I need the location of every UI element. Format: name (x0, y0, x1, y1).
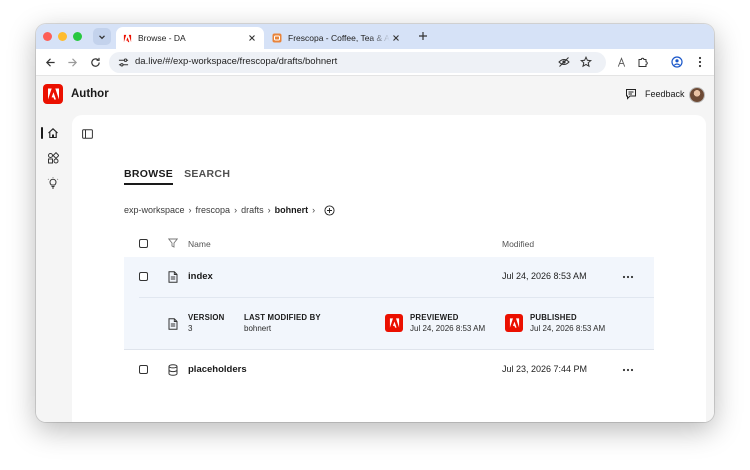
item-name[interactable]: placeholders (188, 364, 247, 375)
lightbulb-icon[interactable] (46, 176, 60, 190)
chevron-down-icon (99, 34, 105, 39)
breadcrumb-item[interactable]: frescopa (196, 205, 231, 215)
address-bar[interactable]: da.live/#/exp-workspace/frescopa/drafts/… (109, 52, 606, 73)
close-tab-icon[interactable] (390, 32, 402, 44)
url-text: da.live/#/exp-workspace/frescopa/drafts/… (135, 56, 338, 67)
previewed-value: Jul 24, 2026 8:53 AM (410, 324, 486, 333)
eye-off-icon[interactable] (557, 55, 571, 69)
extensions-puzzle-icon[interactable] (636, 55, 650, 69)
document-icon (167, 317, 179, 330)
back-button[interactable] (43, 55, 57, 69)
main-panel: BROWSE SEARCH exp-workspace › frescopa ›… (72, 115, 706, 422)
last-modified-by-value: bohnert (244, 324, 272, 333)
tab-browse[interactable]: BROWSE (124, 168, 174, 185)
more-actions-icon[interactable] (621, 363, 635, 377)
arrow-right-icon (67, 57, 77, 67)
profile-icon[interactable] (670, 55, 684, 69)
reload-icon (90, 57, 100, 67)
adobe-favicon-icon (122, 33, 132, 43)
version-value: 3 (188, 324, 193, 333)
tab-search-button[interactable] (93, 28, 111, 45)
chevron-right-icon: › (312, 205, 316, 215)
database-icon (167, 363, 179, 376)
add-new-button[interactable] (323, 204, 335, 216)
breadcrumb-item[interactable]: exp-workspace (124, 205, 185, 215)
tab-browse-da[interactable]: Browse - DA (116, 27, 264, 49)
window-close-button[interactable] (43, 32, 52, 41)
published-label: PUBLISHED (530, 313, 577, 322)
item-name[interactable]: index (188, 271, 213, 282)
browser-toolbar: da.live/#/exp-workspace/frescopa/drafts/… (36, 49, 714, 76)
item-modified: Jul 24, 2026 8:53 AM (502, 271, 587, 281)
author-app: Author Feedback BROWSE SEARCH exp-worksp… (36, 76, 714, 422)
tab-frescopa[interactable]: Frescopa - Coffee, Tea & Accessories (266, 27, 408, 49)
app-title: Author (71, 88, 109, 100)
published-value: Jul 24, 2026 8:53 AM (530, 324, 606, 333)
adobe-logo-icon[interactable] (43, 84, 63, 104)
arrow-left-icon (45, 57, 55, 67)
new-tab-button[interactable] (416, 29, 430, 43)
feedback-label: Feedback (645, 89, 685, 99)
item-details: VERSION 3 LAST MODIFIED BY bohnert PREVI… (139, 297, 654, 349)
breadcrumb-current[interactable]: bohnert (275, 205, 309, 215)
user-avatar[interactable] (690, 88, 704, 102)
window-maximize-button[interactable] (73, 32, 82, 41)
filter-icon[interactable] (167, 237, 179, 249)
column-header-name[interactable]: Name (188, 239, 211, 249)
site-settings-icon[interactable] (116, 55, 130, 69)
window-minimize-button[interactable] (58, 32, 67, 41)
version-label: VERSION (188, 313, 225, 322)
last-modified-by-label: LAST MODIFIED BY (244, 313, 321, 322)
frescopa-favicon-icon (272, 33, 282, 43)
breadcrumb: exp-workspace › frescopa › drafts › bohn… (124, 204, 335, 216)
row-checkbox[interactable] (139, 272, 148, 281)
column-header-modified[interactable]: Modified (502, 239, 534, 249)
reload-button[interactable] (88, 55, 102, 69)
apps-icon[interactable] (46, 151, 60, 165)
add-circle-icon (324, 204, 335, 216)
sidebar-toggle-icon[interactable] (81, 128, 93, 140)
document-icon (167, 270, 179, 283)
row-checkbox[interactable] (139, 365, 148, 374)
adobe-publish-icon (505, 314, 523, 332)
breadcrumb-item[interactable]: drafts (241, 205, 264, 215)
tab-title: Frescopa - Coffee, Tea & Accessories (288, 33, 390, 43)
chevron-right-icon: › (188, 205, 192, 215)
previewed-label: PREVIEWED (410, 313, 459, 322)
chevron-right-icon: › (267, 205, 271, 215)
browser-window: Browse - DA Frescopa - Coffee, Tea & Acc… (36, 24, 714, 422)
expanded-item: index Jul 24, 2026 8:53 AM VERSION 3 LAS… (124, 257, 654, 350)
feedback-button[interactable]: Feedback (624, 86, 685, 102)
tab-strip: Browse - DA Frescopa - Coffee, Tea & Acc… (36, 24, 714, 49)
forward-button[interactable] (65, 55, 79, 69)
home-icon[interactable] (46, 126, 60, 140)
more-actions-icon[interactable] (621, 270, 635, 284)
list-header: Name Modified (124, 229, 654, 257)
extension-a-icon[interactable] (614, 55, 628, 69)
bookmark-star-icon[interactable] (579, 55, 593, 69)
plus-icon (419, 32, 427, 40)
view-tabs: BROWSE SEARCH (124, 168, 230, 185)
adobe-preview-icon (385, 314, 403, 332)
tab-title: Browse - DA (138, 33, 186, 43)
list-item[interactable]: placeholders Jul 23, 2026 7:44 PM (124, 350, 654, 390)
rail-active-indicator (41, 127, 43, 139)
file-list: Name Modified index Jul 24, 2026 8:53 AM (124, 229, 654, 390)
item-modified: Jul 23, 2026 7:44 PM (502, 364, 588, 374)
list-item[interactable]: index Jul 24, 2026 8:53 AM (124, 257, 654, 297)
chevron-right-icon: › (234, 205, 238, 215)
select-all-checkbox[interactable] (139, 239, 148, 248)
feedback-chat-icon (624, 87, 638, 101)
close-tab-icon[interactable] (246, 32, 258, 44)
tab-search[interactable]: SEARCH (184, 168, 230, 185)
browser-menu-icon[interactable] (693, 55, 707, 69)
